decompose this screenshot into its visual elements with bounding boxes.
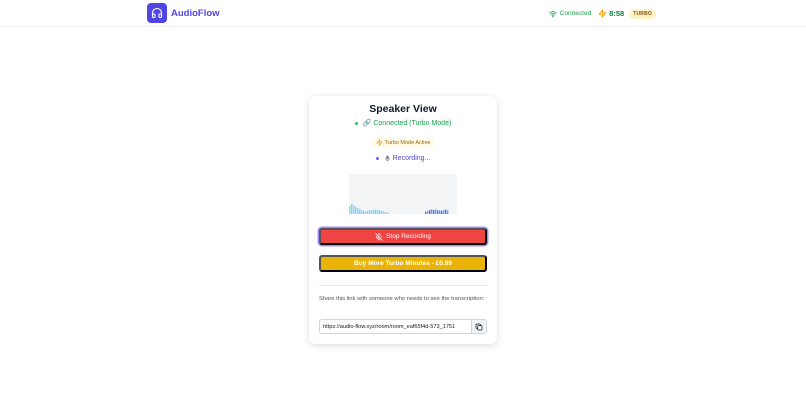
visualizer-left-bar [359,209,361,214]
recording-dot [375,157,379,160]
visualizer-left-bar [349,206,351,214]
visualizer-left-bar [361,210,363,214]
visualizer-left-bar [385,212,387,214]
visualizer-right-bar [425,211,427,214]
mic-off-icon [375,232,383,241]
divider [319,285,487,286]
speaker-card: Speaker View 🔗 Connected (Turbo Mode) Tu… [309,96,497,344]
visualizer-left-bar [353,205,355,214]
visualizer-right-bar [447,210,449,214]
turbo-status-wrap: Turbo Mode Active [309,137,497,148]
connection-status: 🔗 Connected (Turbo Mode) [309,119,497,127]
visualizer-left-bar [383,211,385,214]
visualizer-right-bar [427,210,429,214]
connection-status-label: 🔗 Connected (Turbo Mode) [362,120,452,127]
visualizer-left-bar [371,210,373,214]
wifi-icon [549,10,557,18]
visualizer-left-bar [355,206,357,214]
visualizer-right-bar [429,210,431,214]
copy-icon [475,323,483,331]
visualizer-right-bar [431,209,433,214]
stop-recording-label: Stop Recording [386,233,431,240]
lightning-bolt-icon [376,139,383,146]
visualizer-right-bar [443,210,445,214]
share-link-row [319,319,487,334]
copy-link-button[interactable] [471,319,487,334]
visualizer-right-bar [437,210,439,214]
microphone-icon [384,155,391,162]
share-instructions: Share this link with someone who needs t… [319,296,485,302]
visualizer-right-bar [441,210,443,214]
visualizer-right-bar [445,209,447,214]
stop-recording-button[interactable]: Stop Recording [319,228,487,245]
audio-visualizer [349,174,457,214]
top-navbar: AudioFlow Connected 8:58 TURBO [0,0,806,27]
turbo-badge: TURBO [629,8,656,19]
visualizer-left-bar [377,210,379,214]
visualizer-left-bar [369,210,371,214]
visualizer-left-bar [375,209,377,214]
card-title: Speaker View [369,103,437,115]
recording-status-label: Recording... [392,155,431,162]
share-link-input[interactable] [319,319,471,334]
nav-status-area: Connected 8:58 TURBO [549,8,656,19]
headphones-icon [147,3,167,23]
visualizer-left-bar [365,211,367,214]
visualizer-right-bar [435,209,437,214]
brand-name: AudioFlow [171,7,220,19]
buy-turbo-minutes-button[interactable]: Buy More Turbo Minutes - £0.99 [319,255,487,272]
turbo-timer: 8:58 [609,9,625,18]
connection-status-text: Connected [559,10,592,17]
visualizer-left-bar [381,210,383,214]
visualizer-left-bar [351,204,353,214]
turbo-mode-label: Turbo Mode Active [384,139,431,146]
visualizer-left-bar [387,212,389,214]
brand-logo[interactable]: AudioFlow [147,3,220,23]
visualizer-left-bar [373,210,375,214]
turbo-mode-pill: Turbo Mode Active [370,137,436,148]
visualizer-left-bar [379,210,381,214]
visualizer-left-bar [363,210,365,214]
visualizer-right-bar [439,210,441,214]
visualizer-left-bar [357,208,359,214]
recording-status: Recording... [309,155,497,162]
connected-dot [354,121,358,125]
visualizer-right-bar [433,210,435,214]
lightning-bolt-icon [598,9,607,18]
visualizer-left-bar [367,210,369,214]
